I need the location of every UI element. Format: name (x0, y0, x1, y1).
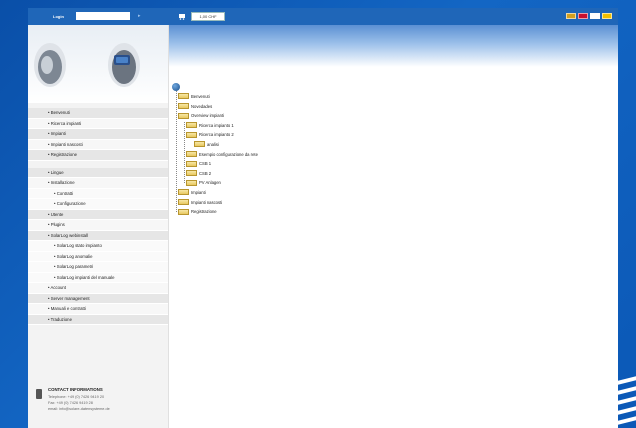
folder-icon (178, 189, 189, 196)
tree-node-label: Impianti nascosti (191, 199, 223, 205)
tree-node[interactable]: CSB 1 (186, 160, 211, 168)
tree-node-label: CSB 1 (199, 161, 212, 167)
folder-icon (186, 160, 197, 167)
sidebar-item[interactable]: • Impianti (28, 129, 168, 140)
sidebar-item[interactable]: • Impianti nascosti (28, 139, 168, 150)
device-image (28, 25, 168, 103)
folder-icon (178, 112, 189, 119)
tree-node[interactable]: PV Anlagen (186, 179, 221, 187)
folder-icon (186, 122, 197, 129)
tree-node-label: analisi (207, 142, 219, 147)
language-flags (566, 13, 612, 19)
sidebar-item[interactable]: • SolarLog webinstall (28, 230, 168, 241)
folder-icon (186, 170, 197, 177)
cart-total[interactable]: 1,00 CHF (191, 12, 225, 21)
sidebar-item[interactable]: • Benvenuti (28, 108, 168, 119)
tree-node[interactable]: Overview impianti (178, 112, 224, 120)
sidebar-item[interactable]: • Account (28, 283, 168, 294)
folder-icon (178, 198, 189, 205)
cart-icon[interactable] (178, 12, 186, 20)
folder-icon (186, 150, 197, 157)
sidebar-menu: • Benvenuti • Ricerca impianti • Impianti •… (28, 108, 168, 325)
sidebar-item[interactable]: • Configurazione (28, 199, 168, 210)
tree-node-label: Overview impianti (191, 113, 225, 119)
sidebar-item[interactable]: • Manuali e contratti (28, 304, 168, 315)
flag-fr-icon[interactable] (590, 13, 600, 19)
menu-divider (28, 161, 168, 168)
tree-connector (176, 91, 177, 213)
login-arrow-icon[interactable]: ▸ (138, 13, 141, 19)
tree-node[interactable]: Esempio configurazione da rete (186, 150, 258, 159)
flag-es-icon[interactable] (602, 13, 612, 19)
flag-gb-icon[interactable] (578, 13, 588, 19)
tree-node-label: PV Anlagen (199, 180, 221, 186)
sidebar-item[interactable]: • Ricerca impianti (28, 118, 168, 129)
tree-node-label: Ricerca impianto 1 (199, 122, 234, 128)
page-panel: Login ▸ 1,00 CHF • Benvenuti • Ricerca im… (28, 8, 618, 428)
tree-node[interactable]: Ricerca impianto 1 (186, 122, 234, 130)
login-input[interactable] (76, 12, 130, 20)
sidebar-item[interactable]: • SolarLog stato impianto (28, 241, 168, 252)
sidebar-item[interactable]: • Contratti (28, 188, 168, 199)
sidebar-item[interactable]: • Installazione (28, 178, 168, 189)
login-label: Login (53, 14, 64, 19)
sidebar-item[interactable]: • Traduzione (28, 314, 168, 325)
sidebar-item[interactable]: • Lingue (28, 167, 168, 178)
tree-node[interactable]: analisi (194, 141, 219, 149)
sidebar-item[interactable]: • SolarLog parametri (28, 262, 168, 273)
tree-node[interactable]: Registrazione (178, 208, 217, 216)
contact-title: CONTACT INFORMATIONS (48, 387, 103, 392)
tree-connector (184, 121, 185, 184)
sidebar-item[interactable]: • Utente (28, 209, 168, 220)
tree-node[interactable]: Novedades (178, 102, 213, 111)
tree-node[interactable]: CSB 2 (186, 170, 211, 178)
folder-icon (194, 141, 205, 148)
tree-node[interactable]: Ricerca impianto 2 (186, 131, 234, 139)
sidebar-item[interactable]: • Plugins (28, 220, 168, 231)
phone-icon (36, 389, 42, 399)
flag-de-icon[interactable] (566, 13, 576, 19)
tree-node-label: Esempio configurazione da rete (199, 151, 258, 157)
tree-node-label: Benvenuti (191, 94, 210, 99)
tree-node-label: Impianti (191, 190, 206, 195)
folder-icon (186, 179, 197, 186)
contact-phone: Telephone: +49 (0) 7426 9419 20 (48, 395, 105, 399)
globe-icon (172, 83, 180, 91)
tree-node-label: CSB 2 (199, 170, 212, 176)
sidebar-item[interactable]: • Registrazione (28, 150, 168, 161)
header-band (168, 25, 618, 67)
tree-node-label: Novedades (191, 103, 213, 109)
sidebar-item[interactable]: • SolarLog anomalie (28, 251, 168, 262)
tree-node[interactable]: Impianti nascosti (178, 198, 223, 207)
tree-node[interactable]: Benvenuti (178, 93, 210, 101)
folder-icon (178, 93, 189, 100)
tree-node-label: Ricerca impianto 2 (199, 132, 234, 138)
folder-icon (178, 208, 189, 215)
sidebar: • Benvenuti • Ricerca impianti • Impianti •… (28, 25, 169, 428)
contact-fax: Fax: +49 (0) 7426 9419 28 (48, 401, 93, 405)
sidebar-item[interactable]: • Server management (28, 293, 168, 304)
sidebar-item[interactable]: • SolarLog impianti del manuale (28, 272, 168, 283)
folder-icon (178, 102, 189, 109)
folder-icon (186, 131, 197, 138)
tree-node[interactable]: Impianti (178, 189, 206, 197)
contact-info: CONTACT INFORMATIONS Telephone: +49 (0) … (36, 387, 164, 427)
top-bar: Login ▸ 1,00 CHF (28, 8, 618, 25)
tree-node-label: Registrazione (191, 209, 217, 215)
contact-email[interactable]: email: info@solare-datensysteme.de (48, 407, 110, 411)
